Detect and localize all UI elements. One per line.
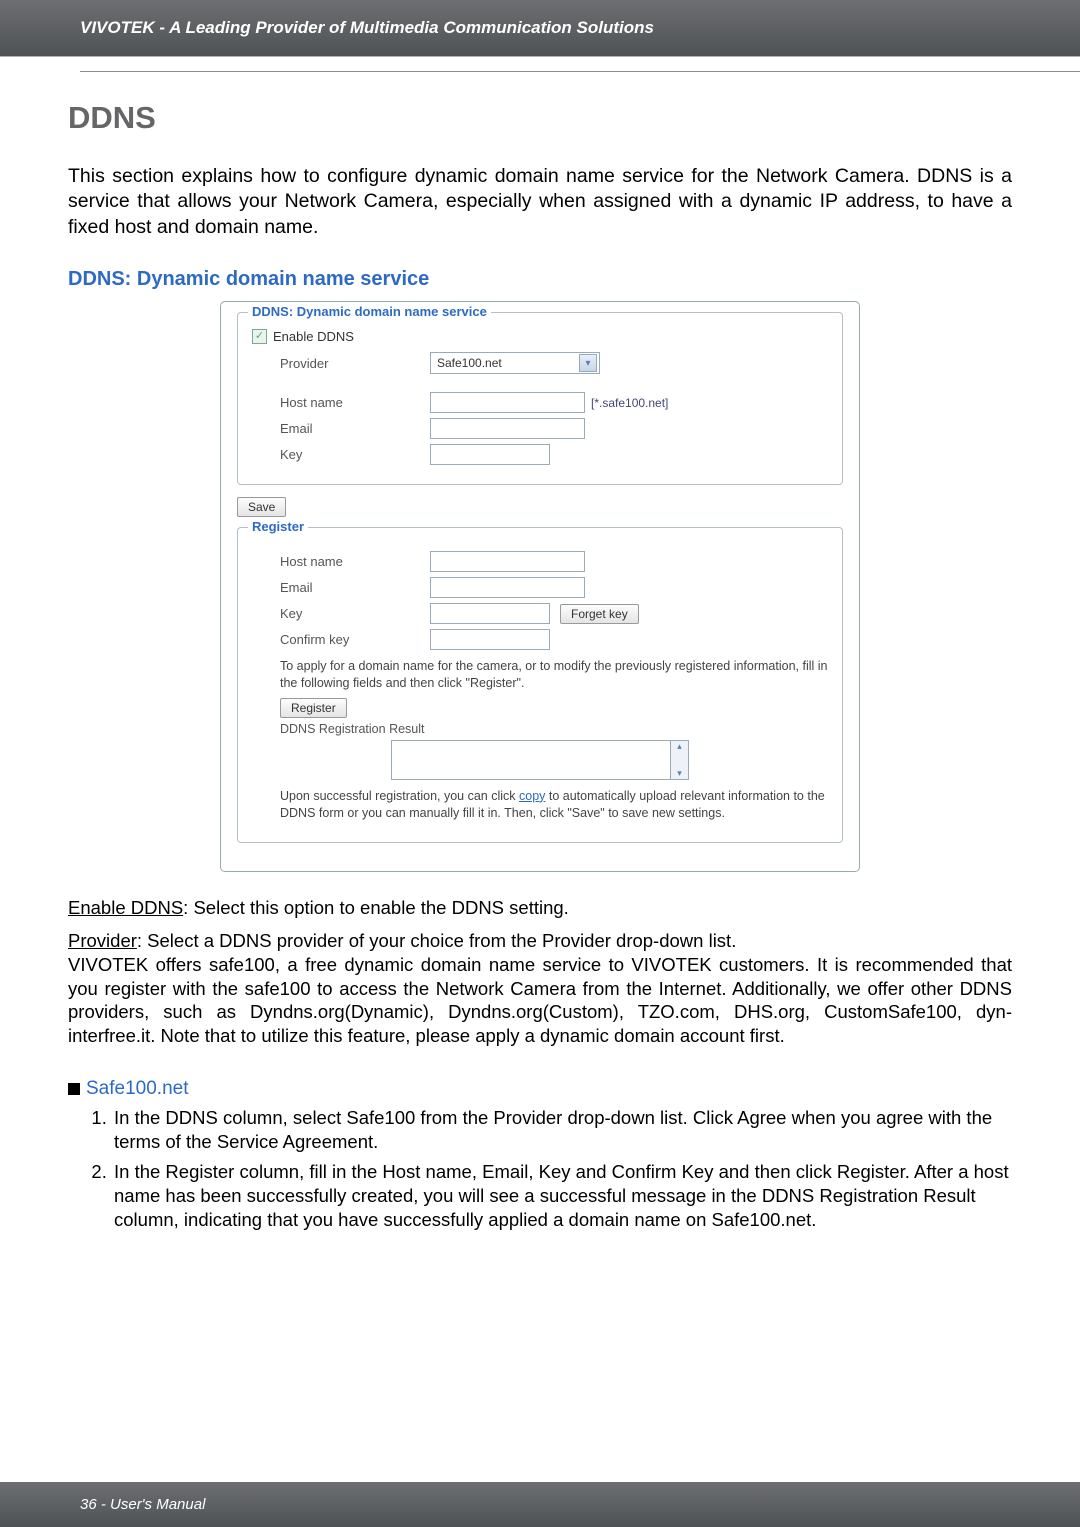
subsection-heading: DDNS: Dynamic domain name service bbox=[68, 268, 1012, 291]
section-title: DDNS bbox=[68, 100, 1012, 136]
safe100-bullet-heading: Safe100.net bbox=[68, 1078, 1012, 1100]
email-input[interactable] bbox=[430, 418, 585, 439]
safe100-heading-text: Safe100.net bbox=[86, 1078, 188, 1100]
key-input[interactable] bbox=[430, 444, 550, 465]
enable-ddns-explanation: Enable DDNS: Select this option to enabl… bbox=[68, 896, 1012, 920]
header-divider bbox=[80, 71, 1080, 72]
register-hostname-input[interactable] bbox=[430, 551, 585, 572]
email-label: Email bbox=[280, 421, 430, 436]
register-key-input[interactable] bbox=[430, 603, 550, 624]
safe100-steps-list: In the DDNS column, select Safe100 from … bbox=[68, 1106, 1012, 1232]
ddns-fieldset-legend: DDNS: Dynamic domain name service bbox=[248, 304, 491, 319]
ddns-fieldset: DDNS: Dynamic domain name service ✓ Enab… bbox=[237, 312, 843, 485]
enable-ddns-checkbox-row: ✓ Enable DDNS bbox=[252, 329, 828, 344]
confirm-key-label: Confirm key bbox=[280, 632, 430, 647]
scrollbar[interactable]: ▴▾ bbox=[671, 740, 689, 780]
settings-panel-screenshot: DDNS: Dynamic domain name service ✓ Enab… bbox=[220, 301, 860, 872]
success-instruction-text: Upon successful registration, you can cl… bbox=[252, 788, 828, 822]
chevron-down-icon: ▾ bbox=[579, 354, 597, 372]
hostname-label: Host name bbox=[280, 395, 430, 410]
hostname-input[interactable] bbox=[430, 392, 585, 413]
scroll-up-icon: ▴ bbox=[677, 741, 682, 752]
result-textarea[interactable] bbox=[391, 740, 671, 780]
provider-explanation-para: VIVOTEK offers safe100, a free dynamic d… bbox=[68, 953, 1012, 1048]
provider-label: Provider bbox=[280, 356, 430, 371]
provider-select[interactable]: Safe100.net ▾ bbox=[430, 352, 600, 374]
intro-paragraph: This section explains how to configure d… bbox=[68, 164, 1012, 240]
hostname-suffix: [*.safe100.net] bbox=[591, 396, 668, 410]
apply-instruction-text: To apply for a domain name for the camer… bbox=[252, 658, 828, 692]
register-email-label: Email bbox=[280, 580, 430, 595]
register-fieldset-legend: Register bbox=[248, 519, 308, 534]
forget-key-button[interactable]: Forget key bbox=[560, 604, 639, 624]
enable-ddns-label: Enable DDNS bbox=[273, 329, 354, 344]
register-button[interactable]: Register bbox=[280, 698, 347, 718]
register-hostname-label: Host name bbox=[280, 554, 430, 569]
page-footer: 36 - User's Manual bbox=[0, 1482, 1080, 1527]
key-label: Key bbox=[280, 447, 430, 462]
register-email-input[interactable] bbox=[430, 577, 585, 598]
copy-link[interactable]: copy bbox=[519, 789, 545, 803]
register-key-label: Key bbox=[280, 606, 430, 621]
square-bullet-icon bbox=[68, 1083, 80, 1095]
checkbox-checked-icon[interactable]: ✓ bbox=[252, 329, 267, 344]
register-fieldset: Register Host name Email Key Forget key bbox=[237, 527, 843, 843]
result-label: DDNS Registration Result bbox=[252, 722, 828, 736]
save-button[interactable]: Save bbox=[237, 497, 286, 517]
safe100-step-2: In the Register column, fill in the Host… bbox=[112, 1160, 1012, 1232]
provider-explanation-line1: Provider: Select a DDNS provider of your… bbox=[68, 929, 1012, 953]
confirm-key-input[interactable] bbox=[430, 629, 550, 650]
page-header: VIVOTEK - A Leading Provider of Multimed… bbox=[0, 0, 1080, 57]
safe100-step-1: In the DDNS column, select Safe100 from … bbox=[112, 1106, 1012, 1154]
provider-selected-value: Safe100.net bbox=[437, 356, 502, 370]
scroll-down-icon: ▾ bbox=[677, 768, 682, 779]
